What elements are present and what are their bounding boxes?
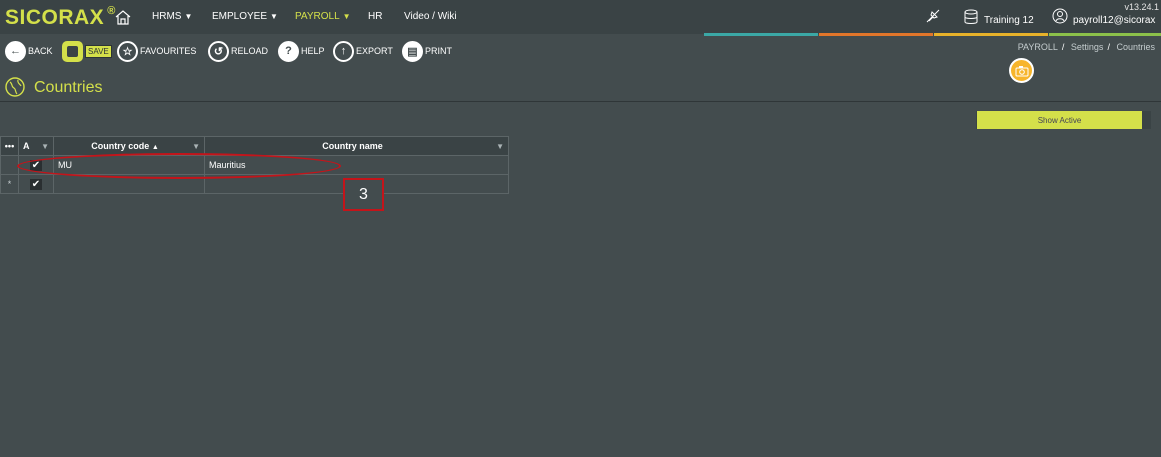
export-button[interactable]: ↑ EXPORT (333, 40, 393, 62)
nav-payroll[interactable]: PAYROLL ▼ (295, 11, 351, 22)
version-label: v13.24.1 (1124, 2, 1159, 12)
column-menu-header[interactable]: ••• (0, 136, 19, 156)
back-button[interactable]: ← BACK (5, 40, 53, 62)
user-icon[interactable] (1052, 8, 1068, 24)
breadcrumb-payroll[interactable]: PAYROLL (1018, 42, 1058, 52)
new-row-marker: * (0, 174, 19, 194)
nav-video-wiki[interactable]: Video / Wiki (404, 11, 457, 22)
print-button[interactable]: ▤ PRINT (402, 40, 452, 62)
breadcrumb-countries: Countries (1116, 42, 1155, 52)
breadcrumb: PAYROLL / Settings / Countries (1017, 42, 1155, 52)
nav-hrms[interactable]: HRMS ▼ (152, 11, 192, 22)
user-label[interactable]: payroll12@sicorax (1073, 15, 1155, 26)
database-icon[interactable] (964, 9, 978, 25)
reload-button[interactable]: ↺ RELOAD (208, 40, 268, 62)
sort-ascending-icon: ▲ (151, 144, 159, 151)
logo[interactable]: SICORAX ® (5, 5, 116, 30)
active-cell[interactable]: ✔ (18, 174, 54, 194)
top-navbar: SICORAX ® HRMS ▼ EMPLOYEE ▼ PAYROLL ▼ HR Vid… (0, 0, 1161, 34)
favourites-button[interactable]: ☆ FAVOURITES (117, 40, 196, 62)
checkbox-checked-icon[interactable]: ✔ (30, 178, 42, 190)
filter-icon[interactable]: ▼ (41, 142, 49, 151)
filter-icon[interactable]: ▼ (192, 142, 200, 151)
camera-icon (1015, 65, 1028, 76)
globe-icon (5, 77, 25, 97)
breadcrumb-settings[interactable]: Settings (1071, 42, 1104, 52)
help-icon: ? (278, 40, 299, 62)
back-icon: ← (5, 40, 26, 62)
save-button[interactable]: SAVE (62, 40, 112, 62)
country-name-column-header[interactable]: Country name ▼ (204, 136, 509, 156)
active-column-header[interactable]: A ▼ (18, 136, 54, 156)
stripe-orange (819, 33, 933, 36)
reload-icon: ↺ (208, 40, 229, 62)
home-icon[interactable] (114, 9, 132, 25)
printer-icon: ▤ (402, 40, 423, 62)
page-title: Countries (34, 79, 103, 96)
row-selector[interactable] (0, 155, 19, 175)
database-label[interactable]: Training 12 (984, 15, 1034, 26)
stripe-green (1049, 33, 1161, 36)
stripe-teal (704, 33, 818, 36)
upload-icon: ↑ (333, 40, 354, 62)
annotation-step-label: 3 (343, 178, 384, 211)
annotation-ellipse (17, 153, 341, 179)
help-button[interactable]: ? HELP (278, 40, 325, 62)
nav-hr[interactable]: HR (368, 11, 382, 22)
filter-icon[interactable]: ▼ (496, 142, 504, 151)
nav-employee[interactable]: EMPLOYEE ▼ (212, 11, 278, 22)
stripe-yellow (934, 33, 1048, 36)
grid-header-row: ••• A ▼ Country code ▲ ▼ Country name ▼ (0, 136, 509, 156)
camera-button[interactable] (1009, 58, 1034, 83)
unpin-icon[interactable] (926, 9, 940, 23)
show-active-toggle[interactable]: Show Active (976, 111, 1151, 129)
save-icon (62, 40, 83, 62)
star-icon: ☆ (117, 40, 138, 62)
divider (0, 101, 1161, 102)
